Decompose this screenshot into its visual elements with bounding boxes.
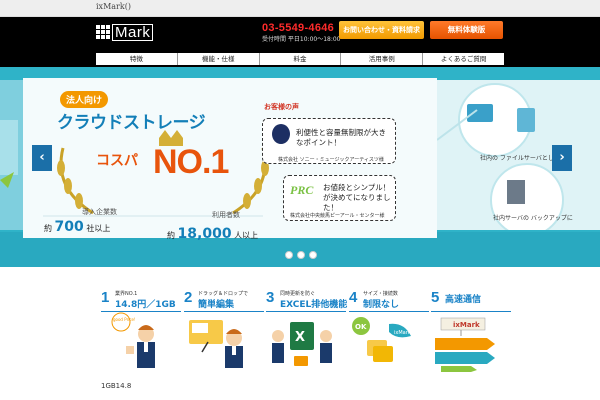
nav-item-cases[interactable]: 活用事例 bbox=[341, 53, 424, 65]
testimonial-2-text: お値段とシンプル！が決めてになりました！ bbox=[323, 183, 391, 212]
users-stat: 約 18,000 人以上 bbox=[167, 226, 258, 242]
companies-label: 導入企業数 bbox=[82, 208, 117, 216]
fast-transfer-illustration: ixMark bbox=[435, 317, 495, 372]
hero-title: クラウドストレージ bbox=[57, 113, 206, 133]
corporate-tag: 法人向け bbox=[60, 91, 109, 108]
good-price-text: good Price! bbox=[113, 317, 136, 322]
svg-text:X: X bbox=[295, 330, 305, 345]
logo-grid-icon bbox=[96, 25, 110, 39]
no1-badge: NO.1 bbox=[153, 143, 229, 181]
ixmark-badge-text: ixMark bbox=[394, 330, 411, 336]
feature-1-caption: 業界NO.1 bbox=[115, 291, 138, 297]
testimonial-2-company: 株式会社中央競馬ピーアール・センター様 bbox=[290, 213, 385, 219]
feature-4-caption: サイズ・接続数 bbox=[363, 291, 398, 297]
feature-2-caption: ドラッグ＆ドロップで bbox=[198, 291, 249, 297]
page-title: ixMark() bbox=[96, 2, 131, 11]
feature-3-caption: 同時更新を防ぐ bbox=[280, 291, 316, 297]
slider-dot-1[interactable] bbox=[285, 251, 293, 259]
slider-pagination bbox=[285, 251, 317, 259]
phone-number: 03-5549-4646 bbox=[262, 22, 335, 34]
users-value: 18,000 bbox=[177, 226, 232, 242]
feature-4-title: 制限なし bbox=[363, 300, 400, 310]
users-suffix: 人以上 bbox=[234, 231, 259, 240]
nav-item-pricing[interactable]: 料金 bbox=[260, 53, 342, 65]
users-label: 利用者数 bbox=[212, 211, 240, 219]
prev-slide-graphic bbox=[0, 120, 18, 188]
footnote-text: 1GB14.8 bbox=[101, 382, 132, 390]
excel-lock-illustration: X bbox=[272, 322, 332, 366]
feature-1-number: 1 bbox=[101, 289, 110, 306]
slide-label-backup: 社内サーバの バックアップに bbox=[493, 215, 573, 222]
prc-logo: PRC bbox=[290, 183, 314, 197]
site-header: Mark 03-5549-4646 受付時間 平日10:00～18:00 お問い… bbox=[0, 17, 600, 67]
companies-prefix: 約 bbox=[44, 224, 52, 233]
business-hours: 受付時間 平日10:00～18:00 bbox=[262, 36, 341, 43]
testimonial-1-text: 利便性と容量無制限が大きなポイント！ bbox=[296, 128, 386, 147]
ok-text: OK bbox=[355, 323, 367, 331]
nav-item-features[interactable]: 特徴 bbox=[96, 53, 178, 65]
feature-3-title: EXCEL排他機能 bbox=[280, 300, 348, 310]
companies-suffix: 社以上 bbox=[86, 224, 111, 233]
main-nav: 特徴 機能・仕様 料金 活用事例 よくあるご質問 bbox=[96, 53, 504, 65]
kosupa-label: コスパ bbox=[96, 153, 138, 169]
unlimited-folders-illustration: OK ixMark bbox=[352, 317, 411, 362]
feature-5-number: 5 bbox=[431, 289, 440, 306]
logo-text: Mark bbox=[112, 23, 154, 41]
businessman-thumbsup-illustration: good Price! bbox=[111, 312, 155, 368]
ixmark-logo[interactable]: Mark bbox=[96, 23, 154, 41]
nav-item-faq[interactable]: よくあるご質問 bbox=[423, 53, 504, 65]
nav-item-functions[interactable]: 機能・仕様 bbox=[178, 53, 260, 65]
prev-slide-peek bbox=[0, 80, 23, 230]
feature-2-number: 2 bbox=[184, 289, 193, 306]
browser-title-strip: ixMark() bbox=[0, 0, 600, 17]
testimonial-1-company: 株式会社 ソニー・ミュージックアーティスツ様 bbox=[278, 157, 384, 163]
feature-1-title: 14.8円／1GB bbox=[115, 300, 176, 310]
users-prefix: 約 bbox=[167, 231, 175, 240]
ixmark-board-text: ixMark bbox=[453, 321, 480, 329]
free-trial-button[interactable]: 無料体験版 bbox=[430, 21, 503, 39]
companies-value: 700 bbox=[54, 219, 84, 235]
feature-5-title: 高速通信 bbox=[445, 295, 482, 305]
drag-drop-illustration bbox=[189, 320, 243, 368]
feature-4-number: 4 bbox=[349, 289, 358, 306]
prev-slide-button[interactable]: ‹ bbox=[32, 145, 52, 171]
feature-2-title: 簡単編集 bbox=[198, 300, 235, 310]
testimonials-heading: お客様の声 bbox=[262, 102, 301, 112]
slider-dot-2[interactable] bbox=[297, 251, 305, 259]
slide-label-file-server: 社内の ファイルサーバとして bbox=[480, 155, 560, 162]
companies-stat: 約 700 社以上 bbox=[44, 219, 110, 235]
feature-3-number: 3 bbox=[266, 289, 275, 306]
contact-button[interactable]: お問い合わせ・資料請求 bbox=[339, 21, 424, 39]
slider-dot-3[interactable] bbox=[309, 251, 317, 259]
sony-music-logo-icon bbox=[272, 124, 290, 144]
next-slide-button[interactable]: › bbox=[552, 145, 572, 171]
